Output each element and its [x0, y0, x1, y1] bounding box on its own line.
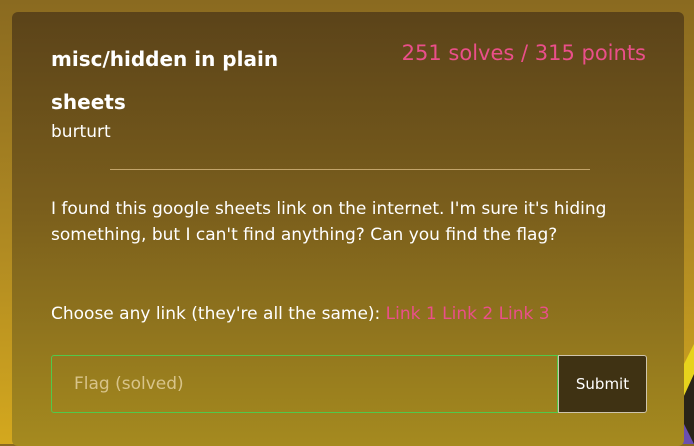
links-line: Choose any link (they're all the same): … [51, 304, 550, 324]
solves-points: 251 solves / 315 points [401, 41, 646, 65]
link-3[interactable]: Link 3 [499, 304, 550, 324]
link-1[interactable]: Link 1 [386, 304, 437, 324]
challenge-description: I found this google sheets link on the i… [51, 199, 607, 245]
challenge-author: burturt [51, 122, 111, 142]
challenge-title: misc/hidden in plain sheets [51, 47, 279, 114]
challenge-card: misc/hidden in plain sheets 251 solves /… [12, 12, 684, 446]
links-prompt: Choose any link (they're all the same): [51, 304, 381, 324]
flag-input[interactable] [51, 355, 558, 413]
submit-button[interactable]: Submit [558, 355, 647, 413]
divider [110, 169, 590, 170]
link-2[interactable]: Link 2 [442, 304, 493, 324]
